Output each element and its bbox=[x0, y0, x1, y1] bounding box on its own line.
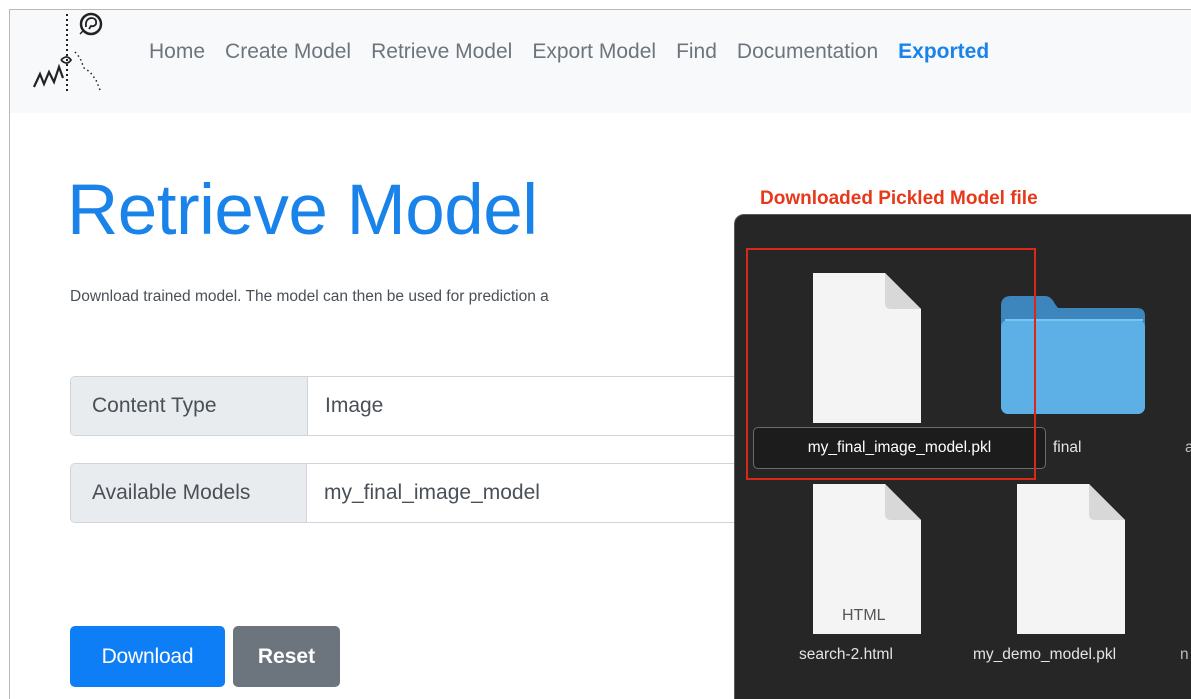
page-title: Retrieve Model bbox=[67, 171, 538, 250]
demo-pkl-file-icon[interactable] bbox=[1013, 484, 1127, 634]
browser-viewport: Home Create Model Retrieve Model Export Mod… bbox=[9, 9, 1191, 699]
nav-exported[interactable]: Exported bbox=[898, 40, 989, 64]
nav-documentation[interactable]: Documentation bbox=[737, 40, 878, 64]
partial-file-label: n bbox=[1180, 646, 1189, 663]
nav-find[interactable]: Find bbox=[676, 40, 717, 64]
navbar: Home Create Model Retrieve Model Export Mod… bbox=[10, 10, 1191, 113]
nav-export-model[interactable]: Export Model bbox=[532, 40, 656, 64]
app-logo-icon[interactable] bbox=[30, 12, 116, 100]
content-type-label: Content Type bbox=[71, 377, 308, 435]
content-type-group: Content Type Image bbox=[70, 376, 750, 436]
content-type-select[interactable]: Image bbox=[308, 377, 383, 435]
nav-retrieve-model[interactable]: Retrieve Model bbox=[371, 40, 512, 64]
folder-label[interactable]: final bbox=[1053, 439, 1081, 457]
nav-links: Home Create Model Retrieve Model Export Mod… bbox=[149, 40, 1009, 64]
demo-model-label[interactable]: my_demo_model.pkl bbox=[973, 646, 1116, 664]
available-models-group: Available Models my_final_image_model bbox=[70, 463, 750, 523]
annotation-caption: Downloaded Pickled Model file bbox=[760, 188, 1038, 209]
nav-home[interactable]: Home bbox=[149, 40, 205, 64]
nav-create-model[interactable]: Create Model bbox=[225, 40, 351, 64]
download-button[interactable]: Download bbox=[70, 626, 225, 687]
reset-button[interactable]: Reset bbox=[233, 626, 340, 687]
html-file-label[interactable]: search-2.html bbox=[799, 646, 893, 664]
html-doc-tag: HTML bbox=[842, 607, 886, 624]
available-models-select[interactable]: my_final_image_model bbox=[307, 464, 540, 522]
page-description: Download trained model. The model can th… bbox=[70, 288, 549, 305]
available-models-label: Available Models bbox=[71, 464, 307, 522]
partial-file-label: a bbox=[1185, 439, 1191, 457]
highlight-box bbox=[746, 248, 1036, 480]
